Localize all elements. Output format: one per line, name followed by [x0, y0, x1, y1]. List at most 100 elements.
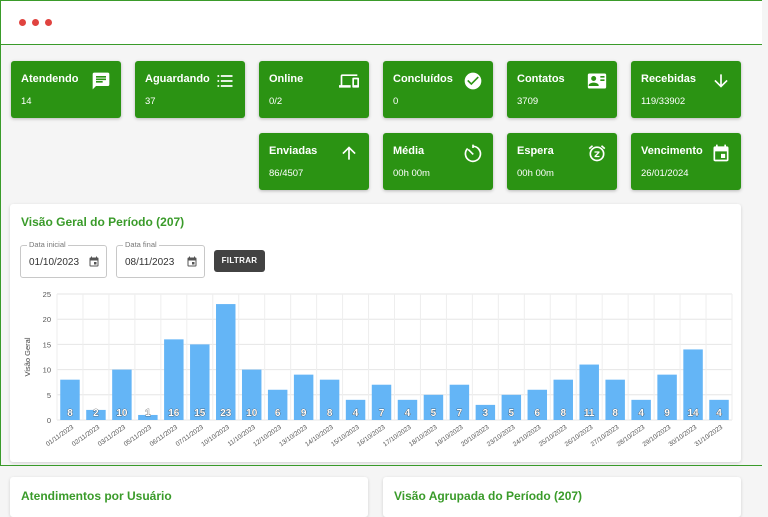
bar-value-label: 3	[483, 408, 489, 419]
list-icon	[217, 75, 233, 87]
x-tick-label: 10/10/2023	[200, 424, 231, 449]
window-dot-red[interactable]	[32, 19, 39, 26]
stat-card-title: Vencimento	[641, 145, 703, 157]
y-tick-label: 20	[43, 315, 51, 324]
bar-value-label: 16	[168, 408, 180, 419]
calendar-icon[interactable]	[186, 255, 198, 268]
contact-card-icon	[587, 73, 607, 89]
stat-card-8: Espera 00h 00m	[507, 133, 617, 190]
grouped-panel-title: Visão Agrupada do Período (207)	[394, 489, 583, 503]
filter-button[interactable]: FILTRAR	[214, 250, 265, 272]
bar-value-label: 10	[246, 408, 258, 419]
window-titlebar	[1, 1, 762, 45]
bar-value-label: 7	[457, 408, 463, 419]
stat-card-value: 14	[21, 96, 32, 107]
y-axis-label: Visão Geral	[23, 337, 32, 376]
bar-value-label: 2	[93, 408, 99, 419]
stat-card-value: 119/33902	[641, 96, 686, 107]
stat-card-5: Recebidas 119/33902	[631, 61, 741, 118]
window-dot-red[interactable]	[19, 19, 26, 26]
chat-icon	[92, 72, 110, 90]
users-panel-title: Atendimentos por Usuário	[21, 489, 172, 503]
stat-card-value: 00h 00m	[393, 168, 430, 179]
stat-card-title: Enviadas	[269, 145, 318, 157]
bar-value-label: 11	[584, 408, 595, 419]
calendar-icon	[713, 144, 729, 162]
timer-icon	[464, 144, 482, 163]
start-date-value: 01/10/2023	[29, 257, 80, 268]
bar-value-label: 4	[638, 408, 644, 419]
x-tick-label: 05/11/2023	[123, 424, 154, 448]
x-tick-label: 06/11/2023	[149, 424, 180, 448]
start-date-label: Data inicial	[27, 240, 68, 249]
stat-card-value: 0	[393, 96, 399, 107]
bar-value-label: 14	[687, 408, 699, 419]
users-panel: Atendimentos por Usuário	[10, 477, 368, 517]
stat-card-1: Aguardando 37	[135, 61, 245, 118]
stat-card-4: Contatos 3709	[507, 61, 617, 118]
stat-card-2: Online 0/2	[259, 61, 369, 118]
stat-card-value: 0/2	[269, 96, 283, 107]
bar-value-label: 5	[431, 408, 437, 419]
start-date-field[interactable]: Data inicial 01/10/2023	[20, 240, 107, 278]
alarm-snooze-icon	[588, 145, 606, 162]
bar-value-label: 8	[612, 408, 618, 419]
end-date-value: 08/11/2023	[125, 257, 175, 268]
bar-value-label: 1	[145, 408, 151, 419]
check-circle-icon	[464, 72, 482, 90]
stat-card-value: 00h 00m	[517, 168, 554, 179]
bar	[216, 304, 236, 420]
y-tick-label: 10	[43, 366, 51, 375]
bar-value-label: 8	[327, 408, 333, 419]
stat-card-value: 37	[145, 96, 156, 107]
bar-value-label: 10	[116, 408, 128, 419]
calendar-icon[interactable]	[88, 255, 100, 268]
stat-card-0: Atendendo 14	[11, 61, 121, 118]
bar-value-label: 6	[275, 408, 281, 419]
bar-value-label: 4	[405, 408, 411, 419]
stat-card-title: Espera	[517, 145, 554, 157]
bar-value-label: 4	[353, 408, 359, 419]
stat-card-title: Atendendo	[21, 73, 79, 85]
stat-card-title: Concluídos	[393, 73, 453, 85]
bar-value-label: 5	[509, 408, 515, 419]
stat-card-9: Vencimento 26/01/2024	[631, 133, 741, 190]
bar-value-label: 4	[716, 408, 722, 419]
bar-value-label: 8	[67, 408, 73, 419]
stat-card-title: Aguardando	[145, 73, 210, 85]
stat-card-title: Média	[393, 145, 425, 157]
stat-card-value: 3709	[517, 96, 539, 107]
arrow-up-icon	[342, 146, 356, 160]
stat-card-6: Enviadas 86/4507	[259, 133, 369, 190]
bar-value-label: 23	[220, 408, 232, 419]
stat-card-value: 26/01/2024	[641, 168, 689, 179]
window-dot-red[interactable]	[45, 19, 52, 26]
x-tick-label: 01/11/2023	[45, 424, 76, 448]
overview-title: Visão Geral do Período (207)	[21, 215, 185, 229]
x-tick-label: 31/10/2023	[693, 424, 724, 449]
devices-icon	[339, 74, 359, 88]
overview-bar-chart: 0510152025Visão Geral801/11/2023202/11/2…	[23, 290, 733, 449]
stat-card-title: Recebidas	[641, 73, 697, 85]
y-tick-label: 25	[43, 290, 51, 299]
bar-value-label: 15	[194, 408, 206, 419]
x-tick-label: 03/11/2023	[97, 424, 128, 448]
stat-card-3: Concluídos 0	[383, 61, 493, 118]
y-tick-label: 5	[47, 391, 51, 400]
end-date-field[interactable]: Data final 08/11/2023	[116, 240, 205, 278]
x-tick-label: 02/11/2023	[71, 424, 102, 448]
stat-card-title: Online	[269, 73, 304, 85]
y-tick-label: 0	[47, 416, 51, 425]
bar-value-label: 7	[379, 408, 385, 419]
grouped-panel: Visão Agrupada do Período (207)	[383, 477, 741, 517]
stat-card-title: Contatos	[517, 73, 565, 85]
bar-value-label: 9	[664, 408, 670, 419]
arrow-down-icon	[714, 74, 728, 88]
bar-value-label: 9	[301, 408, 307, 419]
stat-card-value: 86/4507	[269, 168, 304, 179]
bar-value-label: 8	[560, 408, 566, 419]
y-tick-label: 15	[43, 340, 51, 349]
end-date-label: Data final	[123, 240, 159, 249]
bar-value-label: 6	[535, 408, 541, 419]
stat-card-7: Média 00h 00m	[383, 133, 493, 190]
